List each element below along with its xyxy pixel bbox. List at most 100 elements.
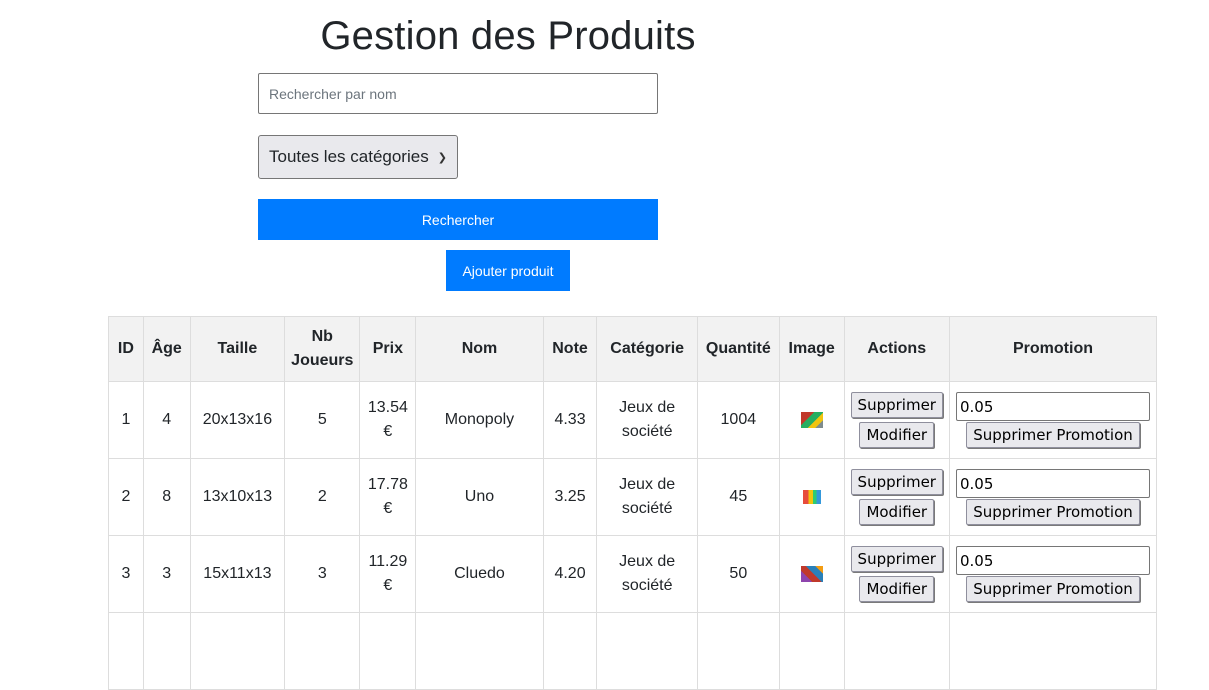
cell-quantity: 50 [696,535,780,613]
promotion-input[interactable] [956,392,1150,421]
edit-button[interactable]: Modifier [859,576,935,602]
cell-quantity: 1004 [696,381,780,459]
search-input[interactable] [258,73,658,114]
category-l1: Jeux de [619,399,676,416]
col-header-image: Image [778,316,845,382]
cell-players: 5 [284,381,361,459]
cell-name: Uno [415,458,544,536]
category-l2: société [621,500,673,517]
remove-promotion-button[interactable]: Supprimer Promotion [966,422,1140,448]
cell-id: 1 [108,381,144,459]
cell-image [778,381,845,459]
category-select-value: Toutes les catégories [269,147,429,166]
cell-price: 13.54 € [359,381,417,459]
price-value: 11.29 [368,553,408,570]
cell-size: 20x13x16 [189,381,286,459]
cell-players: 2 [284,458,361,536]
table-row: 2 8 13x10x13 2 17.78 € Uno 3.25 Jeux de so… [108,458,1157,536]
cell-promotion: Supprimer Promotion [949,535,1157,613]
cell-name: Cluedo [415,535,544,613]
remove-promotion-button[interactable]: Supprimer Promotion [966,576,1140,602]
cell-id: 3 [108,535,144,613]
col-header-name: Nom [415,316,544,382]
cell-empty [142,612,191,690]
cell-empty [542,612,598,690]
uno-thumbnail-icon [802,489,821,504]
promotion-input[interactable] [956,469,1150,498]
cell-promotion: Supprimer Promotion [949,381,1157,459]
cell-empty [189,612,286,690]
price-currency: € [383,423,393,440]
col-header-age: Âge [142,316,191,382]
search-button[interactable]: Rechercher [258,199,658,240]
cell-id: 2 [108,458,144,536]
chevron-down-icon: ❯ [437,151,447,164]
category-l2: société [621,423,673,440]
cell-age: 8 [142,458,191,536]
cell-age: 4 [142,381,191,459]
cell-empty [696,612,780,690]
cell-name: Monopoly [415,381,544,459]
edit-button[interactable]: Modifier [859,499,935,525]
table-header-row: ID Âge Taille Nb Joueurs Prix Nom Note C… [108,316,1157,382]
col-header-players: Nb Joueurs [284,316,361,382]
col-header-id: ID [108,316,144,382]
col-header-players-l2: Joueurs [291,352,354,369]
cell-empty [778,612,845,690]
col-header-players-l1: Nb [311,328,333,345]
table-row: 3 3 15x11x13 3 11.29 € Cluedo 4.20 Jeux d… [108,535,1157,613]
cell-players: 3 [284,535,361,613]
cell-empty [284,612,361,690]
col-header-size: Taille [189,316,286,382]
table-row: 1 4 20x13x16 5 13.54 € Monopoly 4.33 Jeux… [108,381,1157,459]
cell-empty [596,612,698,690]
price-currency: € [383,500,393,517]
cell-age: 3 [142,535,191,613]
cell-category: Jeux de société [596,458,698,536]
cell-size: 15x11x13 [189,535,286,613]
cell-actions: Supprimer Modifier [843,458,951,536]
cell-category: Jeux de société [596,535,698,613]
cell-actions: Supprimer Modifier [843,535,951,613]
cell-rating: 4.20 [542,535,598,613]
category-l1: Jeux de [619,553,676,570]
cell-size: 13x10x13 [189,458,286,536]
cell-quantity: 45 [696,458,780,536]
col-header-rating: Note [542,316,598,382]
table-row [108,612,1157,690]
monopoly-thumbnail-icon [800,411,823,428]
category-l1: Jeux de [619,476,676,493]
cell-image [778,458,845,536]
category-l2: société [621,577,673,594]
promotion-input[interactable] [956,546,1150,575]
cell-empty [949,612,1157,690]
cell-price: 11.29 € [359,535,417,613]
delete-button[interactable]: Supprimer [850,546,943,572]
col-header-category: Catégorie [596,316,698,382]
cell-empty [843,612,951,690]
col-header-promotion: Promotion [949,316,1157,382]
remove-promotion-button[interactable]: Supprimer Promotion [966,499,1140,525]
delete-button[interactable]: Supprimer [850,392,943,418]
price-value: 17.78 [367,476,408,493]
cluedo-thumbnail-icon [800,565,823,582]
cell-actions: Supprimer Modifier [843,381,951,459]
cell-image [778,535,845,613]
page-title: Gestion des Produits [320,14,696,58]
delete-button[interactable]: Supprimer [850,469,943,495]
cell-empty [359,612,417,690]
price-currency: € [383,577,393,594]
category-select[interactable]: Toutes les catégories ❯ [258,135,458,179]
cell-rating: 4.33 [542,381,598,459]
col-header-quantity: Quantité [696,316,780,382]
col-header-price: Prix [359,316,417,382]
cell-rating: 3.25 [542,458,598,536]
cell-empty [108,612,144,690]
products-table: ID Âge Taille Nb Joueurs Prix Nom Note C… [108,316,1157,690]
price-value: 13.54 [367,399,408,416]
col-header-actions: Actions [843,316,951,382]
add-product-button[interactable]: Ajouter produit [446,250,570,291]
cell-promotion: Supprimer Promotion [949,458,1157,536]
edit-button[interactable]: Modifier [859,422,935,448]
cell-price: 17.78 € [359,458,417,536]
